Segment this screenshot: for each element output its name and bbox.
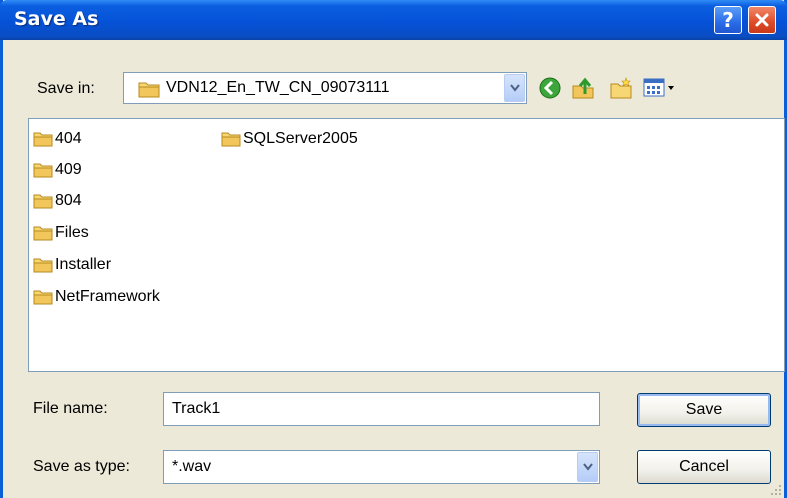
close-icon bbox=[755, 13, 769, 27]
chevron-down-icon bbox=[509, 84, 520, 92]
list-item[interactable]: 409 bbox=[33, 160, 82, 180]
folder-name: Files bbox=[55, 224, 89, 241]
up-folder-button[interactable] bbox=[571, 76, 595, 100]
chevron-down-icon bbox=[582, 463, 593, 471]
folder-icon bbox=[33, 290, 53, 305]
file-list[interactable]: 404 409 804 Files Installer NetFramework… bbox=[28, 118, 785, 372]
folder-name: 804 bbox=[55, 192, 82, 209]
save-as-type-combo[interactable]: *.wav bbox=[163, 450, 600, 484]
folder-icon bbox=[33, 226, 53, 241]
list-item[interactable]: 804 bbox=[33, 191, 82, 211]
folder-name: NetFramework bbox=[55, 288, 160, 305]
folder-name: SQLServer2005 bbox=[243, 130, 358, 147]
save-in-value: VDN12_En_TW_CN_09073111 bbox=[166, 79, 390, 96]
file-name-value: Track1 bbox=[172, 400, 221, 417]
help-button[interactable]: ? bbox=[714, 6, 742, 34]
dialog-title: Save As bbox=[14, 8, 99, 30]
save-as-type-value: *.wav bbox=[172, 458, 212, 475]
list-item[interactable]: SQLServer2005 bbox=[221, 129, 358, 149]
file-name-input[interactable]: Track1 bbox=[163, 392, 600, 426]
title-bar[interactable]: Save As ? bbox=[0, 0, 787, 40]
list-item[interactable]: Installer bbox=[33, 255, 111, 275]
new-folder-icon bbox=[610, 77, 632, 99]
save-as-type-label: Save as type: bbox=[33, 458, 130, 475]
new-folder-button[interactable] bbox=[609, 76, 633, 100]
list-item[interactable]: NetFramework bbox=[33, 287, 160, 307]
folder-name: Installer bbox=[55, 256, 112, 273]
save-in-combo[interactable]: VDN12_En_TW_CN_09073111 bbox=[123, 72, 527, 104]
list-item[interactable]: 404 bbox=[33, 129, 82, 149]
back-arrow-icon bbox=[539, 77, 561, 99]
save-as-type-dropdown-button[interactable] bbox=[577, 452, 598, 482]
save-button[interactable]: Save bbox=[637, 393, 771, 427]
folder-icon bbox=[33, 163, 53, 178]
save-in-dropdown-button[interactable] bbox=[504, 74, 525, 102]
back-button[interactable] bbox=[538, 76, 562, 100]
folder-name: 404 bbox=[55, 130, 82, 147]
up-folder-icon bbox=[572, 77, 594, 99]
folder-icon bbox=[138, 82, 160, 98]
help-icon: ? bbox=[722, 8, 734, 32]
list-item[interactable]: Files bbox=[33, 223, 89, 243]
views-menu-icon bbox=[643, 78, 674, 97]
close-button[interactable] bbox=[748, 6, 776, 34]
folder-icon bbox=[33, 258, 53, 273]
views-menu-button[interactable] bbox=[643, 76, 677, 100]
folder-name: 409 bbox=[55, 161, 82, 178]
save-as-dialog: Save As ? Save in: VDN12_En_TW_CN_090731… bbox=[0, 0, 787, 498]
file-name-label: File name: bbox=[33, 400, 108, 417]
folder-icon bbox=[221, 132, 241, 147]
folder-icon bbox=[33, 132, 53, 147]
cancel-button[interactable]: Cancel bbox=[637, 450, 771, 484]
resize-grip-icon[interactable] bbox=[770, 484, 782, 496]
save-in-label: Save in: bbox=[37, 80, 95, 97]
folder-icon bbox=[33, 194, 53, 209]
